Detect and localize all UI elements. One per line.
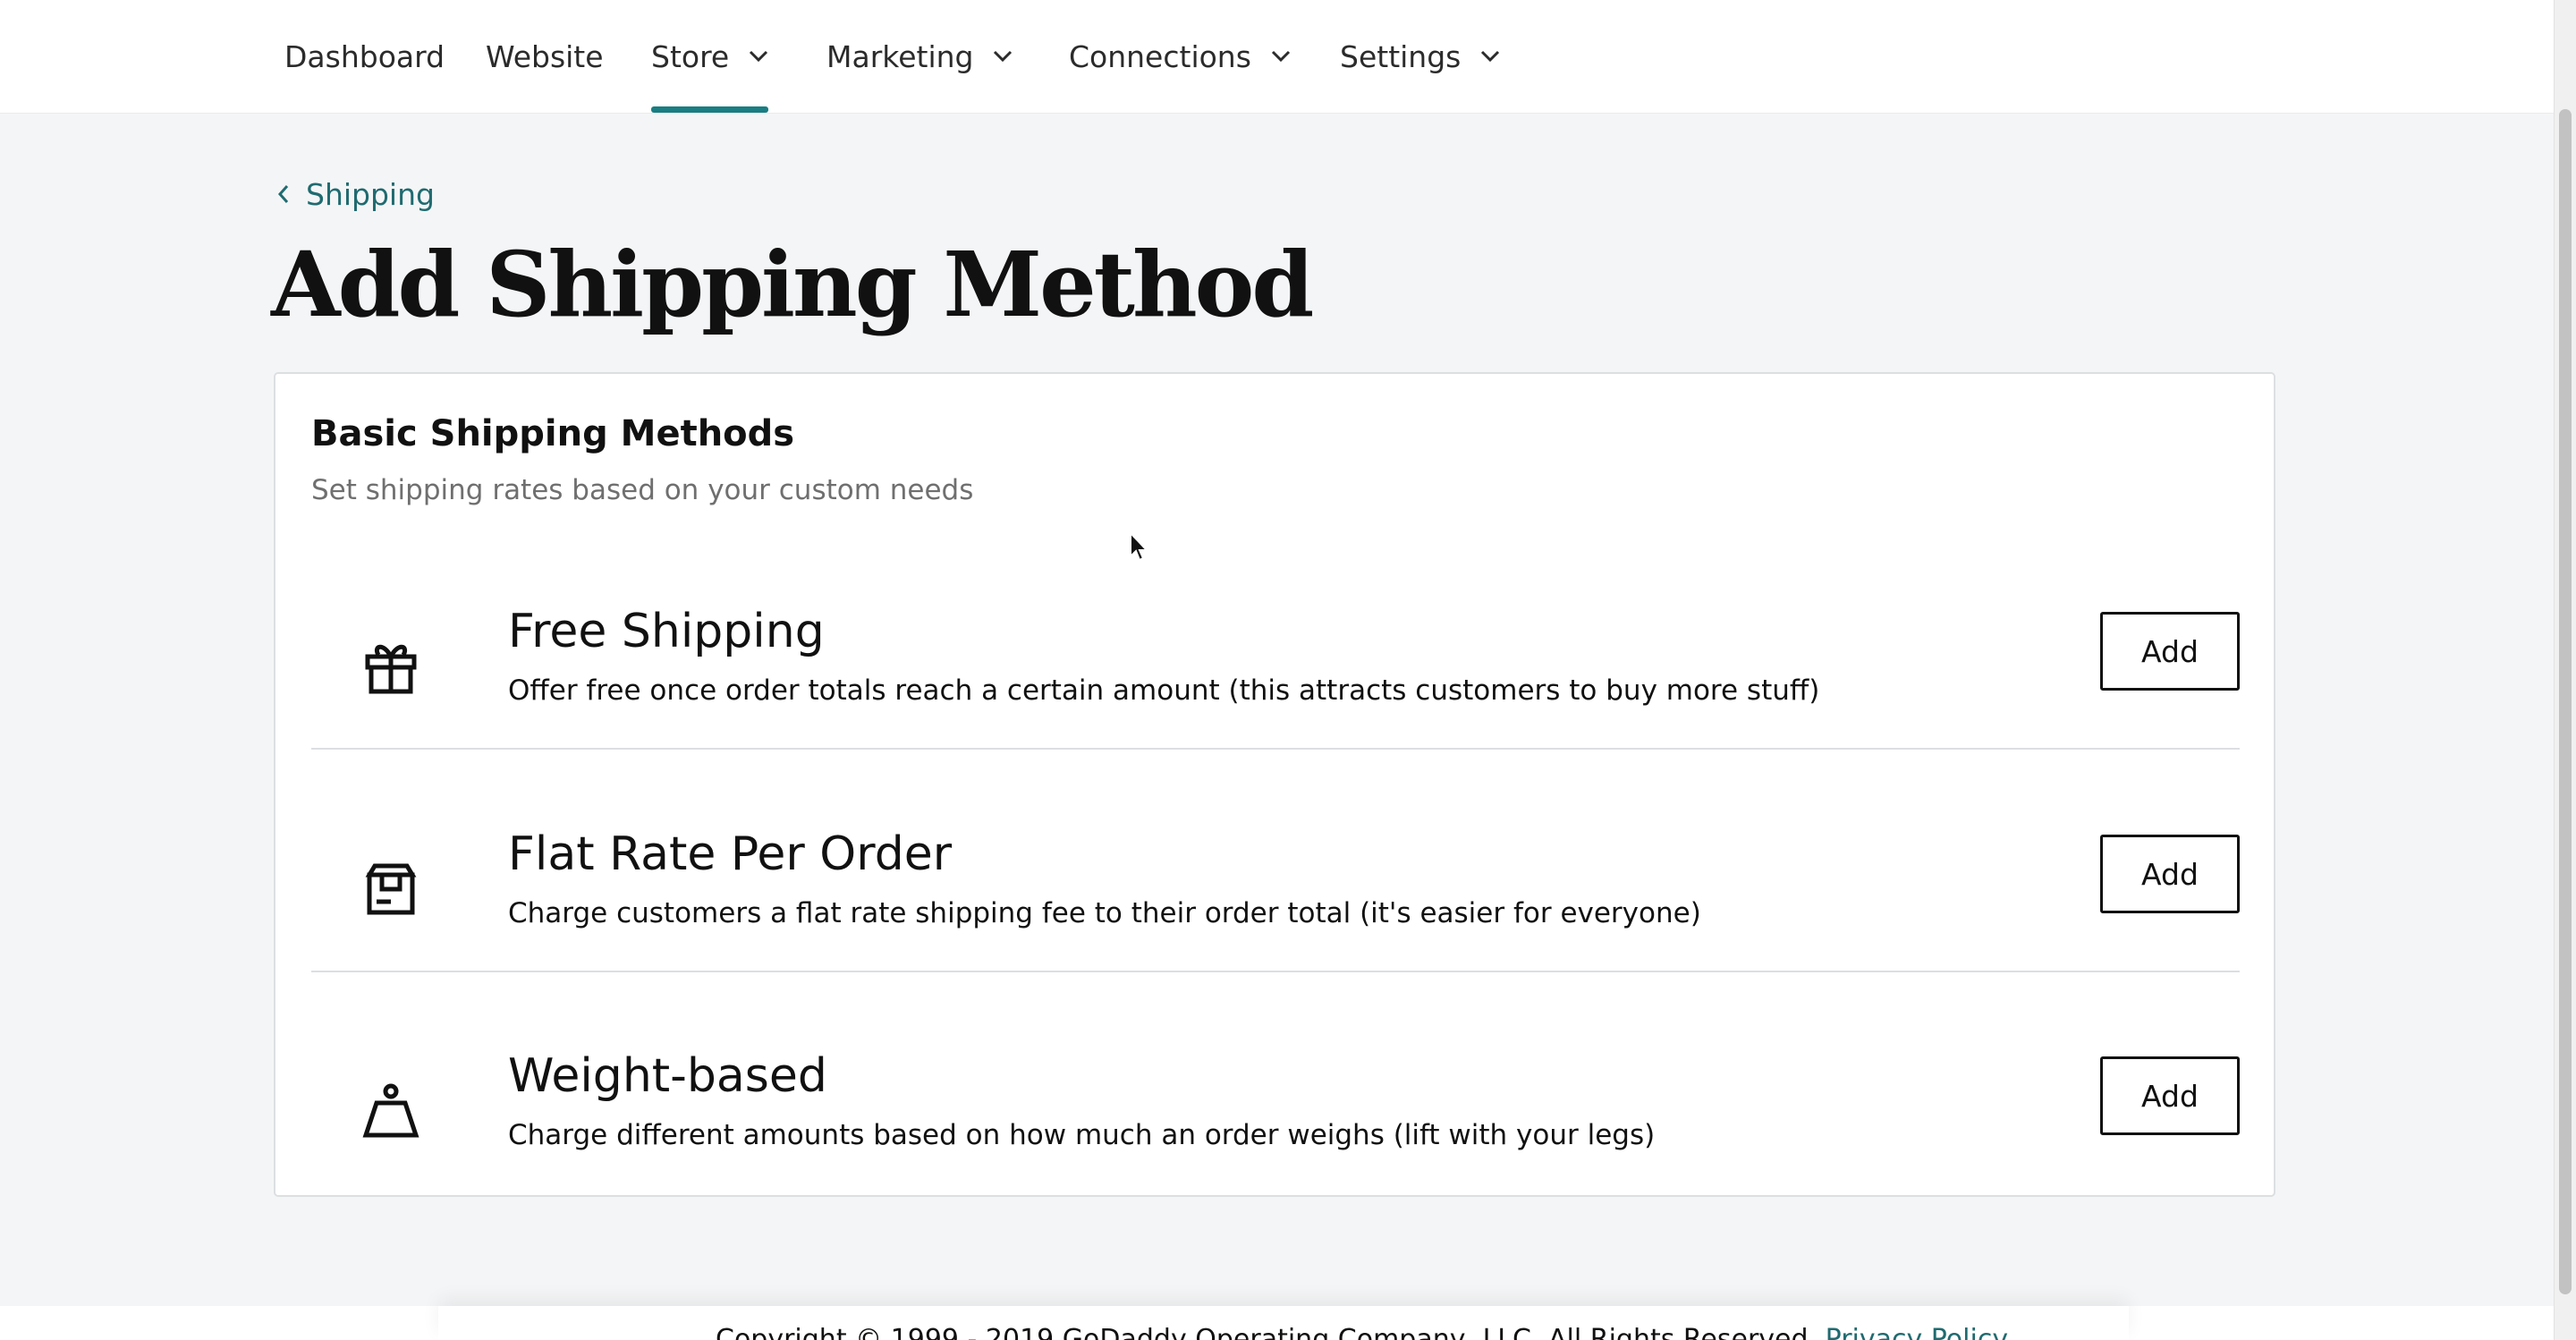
mouse-cursor-icon bbox=[1129, 530, 1150, 567]
vertical-scrollbar[interactable] bbox=[2554, 0, 2576, 1340]
breadcrumb[interactable]: Shipping bbox=[277, 174, 435, 214]
nav-item-website[interactable]: Website bbox=[486, 0, 604, 113]
chevron-down-icon bbox=[1480, 50, 1500, 63]
nav-item-label: Dashboard bbox=[284, 38, 445, 74]
box-icon bbox=[361, 860, 420, 919]
add-weight-based-button[interactable]: Add bbox=[2100, 1056, 2240, 1135]
nav-item-label: Store bbox=[651, 38, 730, 74]
method-description: Charge different amounts based on how mu… bbox=[508, 1119, 1656, 1151]
shipping-method-weight-based: Weight-based Charge different amounts ba… bbox=[311, 1040, 2240, 1262]
card-subtitle: Set shipping rates based on your custom … bbox=[311, 474, 974, 506]
nav-item-dashboard[interactable]: Dashboard bbox=[284, 0, 445, 113]
nav-item-label: Settings bbox=[1340, 38, 1462, 74]
add-free-shipping-button[interactable]: Add bbox=[2100, 612, 2240, 691]
nav-item-settings[interactable]: Settings bbox=[1340, 0, 1500, 113]
basic-shipping-methods-card: Basic Shipping Methods Set shipping rate… bbox=[274, 372, 2275, 1197]
chevron-down-icon bbox=[1271, 50, 1291, 63]
gift-icon bbox=[361, 637, 420, 696]
chevron-left-icon bbox=[277, 183, 290, 205]
nav-item-label: Connections bbox=[1069, 38, 1251, 74]
card-title: Basic Shipping Methods bbox=[311, 413, 795, 454]
chevron-down-icon bbox=[749, 50, 768, 63]
page-title: Add Shipping Method bbox=[271, 232, 1314, 337]
nav-item-store[interactable]: Store bbox=[651, 0, 769, 113]
nav-item-label: Marketing bbox=[826, 38, 974, 74]
add-flat-rate-button[interactable]: Add bbox=[2100, 835, 2240, 913]
chevron-down-icon bbox=[993, 50, 1013, 63]
shipping-method-flat-rate: Flat Rate Per Order Charge customers a f… bbox=[311, 818, 2240, 1040]
breadcrumb-link[interactable]: Shipping bbox=[306, 177, 435, 212]
top-navigation: Dashboard Website Store Marketing Connec… bbox=[0, 0, 2555, 113]
copyright-text: Copyright © 1999 - 2019 GoDaddy Operatin… bbox=[716, 1324, 1818, 1340]
scrollbar-thumb[interactable] bbox=[2559, 109, 2572, 1294]
nav-item-marketing[interactable]: Marketing bbox=[826, 0, 1013, 113]
weight-icon bbox=[361, 1081, 420, 1141]
privacy-policy-link[interactable]: Privacy Policy bbox=[1826, 1324, 2008, 1340]
method-description: Offer free once order totals reach a cer… bbox=[508, 674, 1820, 707]
nav-item-connections[interactable]: Connections bbox=[1069, 0, 1291, 113]
method-title: Free Shipping bbox=[508, 605, 825, 658]
method-description: Charge customers a flat rate shipping fe… bbox=[508, 897, 1701, 929]
nav-item-label: Website bbox=[486, 38, 604, 74]
footer-panel: Copyright © 1999 - 2019 GoDaddy Operatin… bbox=[438, 1306, 2129, 1340]
divider bbox=[311, 748, 2240, 750]
method-title: Flat Rate Per Order bbox=[508, 827, 953, 881]
method-title: Weight-based bbox=[508, 1049, 827, 1103]
footer: Copyright © 1999 - 2019 GoDaddy Operatin… bbox=[0, 1306, 2555, 1340]
shipping-method-free-shipping: Free Shipping Offer free once order tota… bbox=[311, 596, 2240, 818]
footer-text: Copyright © 1999 - 2019 GoDaddy Operatin… bbox=[716, 1324, 2008, 1340]
divider bbox=[311, 971, 2240, 972]
